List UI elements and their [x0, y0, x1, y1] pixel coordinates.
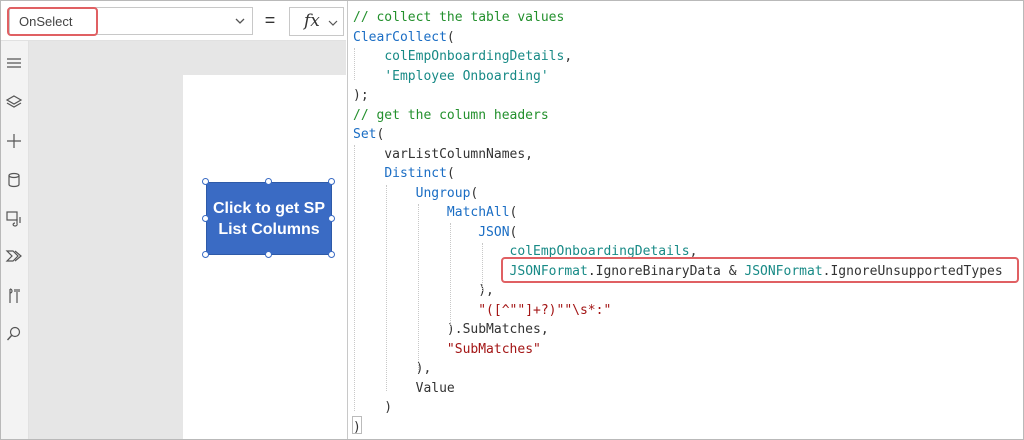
layers-icon[interactable] [5, 93, 23, 111]
get-list-columns-button[interactable]: Click to get SP List Columns [206, 182, 332, 255]
code-token: ( [509, 205, 518, 220]
code-token: // get the column headers [353, 107, 549, 123]
tools-icon[interactable] [5, 287, 23, 305]
fx-icon: fx [304, 11, 320, 31]
code-token: Distinct [384, 166, 447, 181]
code-token: ); [353, 88, 369, 103]
formula-editor[interactable]: // collect the table values ClearCollect(… [347, 1, 1023, 439]
resize-handle[interactable] [265, 251, 272, 258]
code-line[interactable]: ) [353, 398, 1003, 418]
code-token: 'Employee Onboarding' [384, 68, 549, 84]
hamburger-icon[interactable] [5, 54, 23, 72]
indent-guide [450, 223, 452, 331]
code-line[interactable]: Ungroup( [353, 184, 1003, 204]
bracket-match-box [352, 416, 362, 434]
code-token: Ungroup [415, 185, 471, 201]
code-line[interactable]: Distinct( [353, 164, 1003, 184]
code-line[interactable]: 'Employee Onboarding' [353, 67, 1003, 87]
plus-icon[interactable] [5, 132, 23, 150]
indent-guide [482, 243, 484, 291]
code-token: colEmpOnboardingDetails [384, 49, 565, 64]
resize-handle[interactable] [328, 215, 335, 222]
resize-handle[interactable] [202, 215, 209, 222]
equals-sign: = [264, 10, 276, 30]
media-icon[interactable] [5, 209, 23, 227]
code-line[interactable]: ) [353, 418, 1003, 438]
code-line[interactable]: "SubMatches" [353, 340, 1003, 360]
code-line[interactable]: MatchAll( [353, 203, 1003, 223]
search-icon[interactable] [5, 325, 23, 343]
power-apps-studio: OnSelect = fx Click to get SP List Colum… [0, 0, 1024, 440]
code-token: ( [509, 224, 518, 240]
code-token: ( [446, 29, 455, 45]
code-token: ClearCollect [353, 29, 447, 45]
code-token: Set [353, 127, 377, 142]
indent-guide [354, 145, 356, 411]
code-token: ( [470, 185, 479, 201]
indent-guide [418, 204, 420, 372]
code-line[interactable]: // collect the table values [353, 8, 1003, 28]
resize-handle[interactable] [328, 178, 335, 185]
code-line[interactable]: varListColumnNames, [353, 145, 1003, 165]
code-token: ( [446, 166, 455, 181]
resize-handle[interactable] [328, 251, 335, 258]
code-line[interactable]: ); [353, 86, 1003, 106]
code-token: varListColumnNames, [353, 146, 534, 162]
database-icon[interactable] [5, 171, 23, 189]
code-line[interactable]: Value [353, 379, 1003, 399]
code-token: ), [353, 283, 494, 298]
fx-button[interactable]: fx [289, 7, 344, 36]
resize-handle[interactable] [265, 178, 272, 185]
code-line[interactable]: Set( [353, 125, 1003, 145]
onselect-highlight-box [7, 7, 98, 36]
code-line[interactable]: colEmpOnboardingDetails, [353, 47, 1003, 67]
resize-handle[interactable] [202, 251, 209, 258]
code-token: // collect the table values [353, 10, 565, 25]
chevron-down-icon [328, 20, 338, 26]
code-token: "([^""]+?)""\s*:" [478, 302, 612, 318]
code-token: JSON [478, 224, 510, 240]
button-label-line1: Click to get SP [212, 199, 326, 217]
indent-guide [386, 185, 388, 391]
left-nav-rail [1, 41, 29, 439]
code-token: MatchAll [446, 205, 510, 220]
chevron-down-icon [235, 18, 245, 24]
code-token: ) [353, 400, 393, 415]
jsonformat-highlight-box [501, 257, 1019, 283]
code-line[interactable]: ClearCollect( [353, 28, 1003, 48]
resize-handle[interactable] [202, 178, 209, 185]
button-label-line2: List Columns [218, 220, 320, 238]
code-line[interactable]: ), [353, 359, 1003, 379]
power-automate-icon[interactable] [5, 247, 23, 265]
indent-guide [354, 48, 356, 80]
code-token: , [564, 49, 573, 64]
code-token: ( [376, 127, 385, 142]
code-line[interactable]: // get the column headers [353, 106, 1003, 126]
code-token: Value [353, 380, 455, 396]
code-token: "SubMatches" [446, 341, 541, 357]
